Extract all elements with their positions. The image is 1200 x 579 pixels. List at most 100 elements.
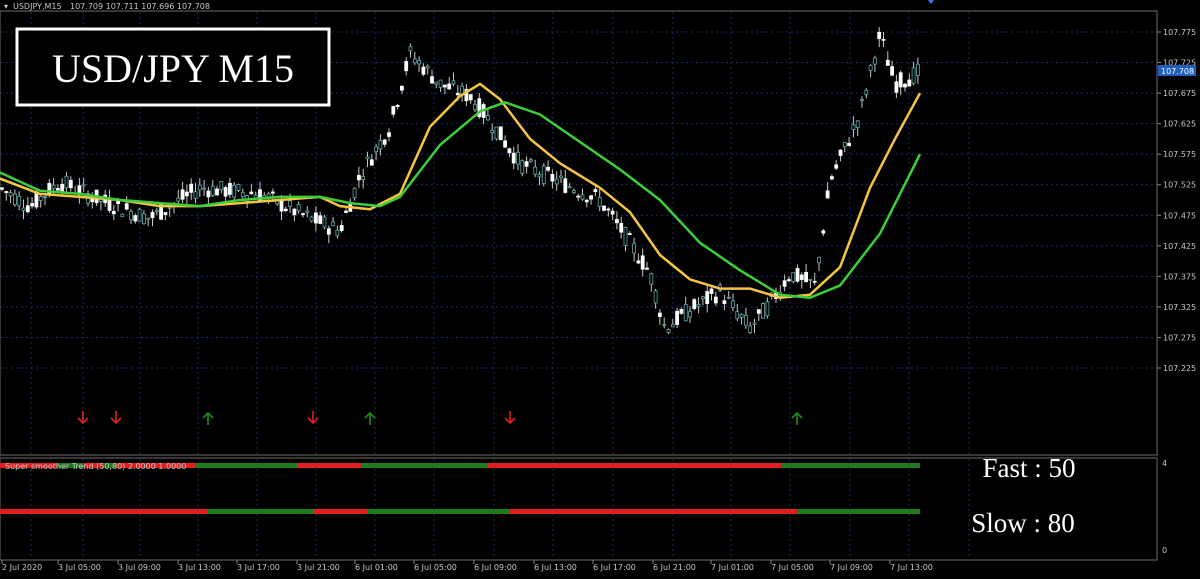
- candle-body: [395, 104, 400, 107]
- candle-body: [520, 160, 525, 174]
- candle-body: [911, 67, 916, 84]
- indicator-scale-bottom: 0: [1162, 546, 1167, 555]
- candle-body: [369, 159, 374, 166]
- trend-segment: [297, 463, 361, 468]
- candle-body: [610, 210, 615, 215]
- header-arrow-icon: ▾: [4, 2, 8, 11]
- candle-body: [533, 166, 538, 175]
- candle-body: [322, 216, 327, 228]
- candle-body: [412, 58, 417, 64]
- candle-body: [627, 233, 632, 236]
- candle-body: [550, 174, 555, 182]
- candle-body: [288, 200, 293, 207]
- candle-body: [421, 66, 426, 75]
- candle-body: [374, 146, 379, 153]
- candle-body: [847, 142, 851, 146]
- candle-body: [722, 300, 727, 305]
- candle-body: [632, 243, 636, 254]
- candle-body: [619, 222, 624, 233]
- candle-body: [12, 193, 17, 206]
- candle-body: [120, 213, 125, 218]
- candle-body: [473, 104, 477, 111]
- time-label: 3 Jul 17:00: [237, 563, 280, 572]
- candle-body: [692, 299, 697, 310]
- price-label: 107.575: [1163, 150, 1196, 159]
- candle-body: [356, 175, 361, 181]
- candle-body: [675, 310, 679, 325]
- candle-body: [817, 257, 821, 264]
- time-label: 6 Jul 17:00: [593, 563, 636, 572]
- candle-body: [799, 274, 804, 280]
- candle-body: [662, 323, 667, 326]
- time-label: 3 Jul 21:00: [297, 563, 340, 572]
- candle-body: [593, 189, 598, 193]
- candle-body: [404, 61, 409, 72]
- candle-body: [38, 196, 43, 201]
- candle-body: [739, 313, 744, 318]
- candle-body: [524, 161, 529, 167]
- candle-body: [606, 208, 611, 211]
- price-label: 107.375: [1163, 272, 1196, 281]
- candle-body: [584, 199, 589, 203]
- candle-body: [434, 81, 439, 85]
- candle-body: [219, 181, 224, 191]
- candle-body: [309, 216, 314, 222]
- candle-body: [881, 38, 886, 41]
- candle-body: [877, 31, 882, 40]
- candle-body: [56, 188, 60, 191]
- candle-body: [184, 191, 189, 197]
- candle-body: [498, 126, 503, 141]
- price-label: 107.675: [1163, 89, 1196, 98]
- price-label: 107.775: [1163, 28, 1196, 37]
- candle-body: [301, 213, 305, 216]
- candle-body: [210, 185, 215, 196]
- time-label: 7 Jul 09:00: [830, 563, 873, 572]
- candle-body: [4, 191, 9, 194]
- candle-body: [68, 180, 73, 189]
- candle-body: [189, 183, 194, 193]
- price-label: 107.525: [1163, 181, 1196, 190]
- candle-body: [279, 199, 284, 212]
- candle-body: [202, 187, 207, 190]
- candle-body: [572, 190, 576, 194]
- candle-body: [236, 184, 241, 191]
- candle-body: [111, 210, 116, 215]
- candle-body: [842, 142, 847, 148]
- time-label: 6 Jul 09:00: [474, 563, 517, 572]
- candle-body: [438, 79, 443, 88]
- candle-body: [688, 311, 692, 318]
- candle-body: [576, 195, 581, 198]
- candle-body: [240, 192, 245, 198]
- candle-body: [903, 83, 907, 88]
- candle-body: [761, 303, 765, 319]
- candle-body: [305, 210, 310, 213]
- candle-body: [167, 207, 172, 209]
- candle-body: [430, 76, 434, 84]
- candle-body: [81, 184, 86, 187]
- trend-segment: [208, 509, 313, 514]
- candle-body: [197, 184, 202, 191]
- candle-body: [756, 309, 761, 314]
- candle-body: [507, 148, 512, 154]
- candle-body: [455, 92, 460, 96]
- candle-body: [180, 189, 185, 200]
- candle-body: [124, 203, 129, 210]
- candle-body: [361, 176, 366, 180]
- candle-body: [490, 130, 495, 134]
- price-label: 107.475: [1163, 211, 1196, 220]
- time-label: 6 Jul 13:00: [534, 563, 577, 572]
- candle-body: [0, 187, 4, 190]
- candle-body: [808, 279, 813, 281]
- slow-label: Slow : 80: [971, 508, 1075, 538]
- candle-body: [352, 187, 357, 199]
- candle-body: [653, 290, 658, 304]
- candle-body: [146, 217, 151, 220]
- candle-body: [442, 84, 447, 88]
- candle-body: [344, 210, 348, 213]
- candle-body: [249, 191, 254, 195]
- candle-body: [670, 324, 675, 328]
- candle-body: [735, 311, 740, 319]
- candle-body: [615, 219, 619, 224]
- candle-body: [834, 164, 839, 169]
- candle-body: [855, 120, 860, 128]
